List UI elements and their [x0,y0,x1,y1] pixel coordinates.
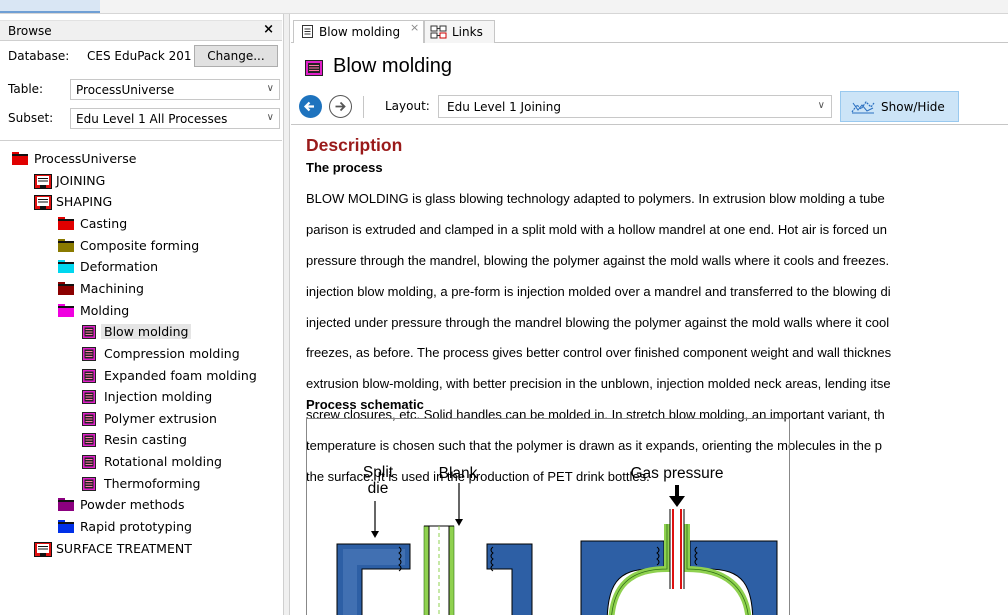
table-label: Table: [8,82,44,96]
tab-close-icon[interactable]: × [410,21,419,34]
schematic-drawing [336,483,778,615]
cyan-folder-icon [58,260,74,274]
record-title: Blow molding [333,55,452,77]
magenta-record-icon [82,455,98,470]
book-icon [34,173,52,189]
tab-label: Links [452,25,483,39]
tree-node-label: Injection molding [104,389,213,405]
record-content: Description The process BLOW MOLDING is … [291,126,1008,615]
book-icon [34,195,52,211]
magenta-folder-icon [58,303,74,317]
magenta-record-icon [82,411,98,426]
database-label: Database: [8,49,70,63]
browse-header: Browse × [0,20,282,41]
arrow-right-icon [335,101,346,112]
record-title-bar: Blow molding [291,43,1008,89]
subset-select-value: Edu Level 1 All Processes [76,112,228,126]
magenta-record-icon [82,346,98,361]
database-row: Database: CES EduPack 2013 I Change... [0,44,282,68]
panel-splitter[interactable] [283,14,290,615]
maroon-folder-icon [58,281,74,295]
blue-folder-icon [58,520,74,534]
olive-folder-icon [58,238,74,252]
tree-node-label: Machining [80,280,144,296]
tree-node-label: Casting [80,215,128,231]
text-line: parison is extruded and clamped in a spl… [306,222,887,238]
text-line: freezes, as before. The process gives be… [306,345,892,361]
tree-node-label: Molding [80,302,130,318]
top-strip-selected-tab[interactable] [0,0,100,13]
tab-strip: Blow molding × Links [291,20,1008,44]
red-folder-icon [12,152,28,165]
tree-node-label: Polymer extrusion [104,410,217,426]
document-icon [302,25,313,38]
tree-node-label: SHAPING [56,194,113,210]
red-folder-icon [58,216,74,230]
text-line: BLOW MOLDING is glass blowing technology… [306,191,885,207]
layout-select[interactable]: Edu Level 1 Joining ∨ [438,95,832,118]
links-icon [430,25,447,39]
tree-node-label: Thermoforming [104,475,201,491]
back-button[interactable] [299,95,322,118]
tab-label: Blow molding [319,25,401,39]
text-line: injection blow molding, a pre-form is in… [306,283,891,299]
close-icon[interactable]: × [263,22,274,37]
change-database-button[interactable]: Change... [194,45,278,67]
tab-links[interactable]: Links [424,20,495,43]
forward-button[interactable] [329,95,352,118]
tree-node-label: Rapid prototyping [80,519,192,535]
tree-node-label: Powder methods [80,497,185,513]
record-panel: Blow molding × Links Blow molding Layout… [291,14,1008,615]
tree-node-label: Blow molding [101,324,192,340]
schematic-heading: Process schematic [306,397,424,412]
arrow-left-icon [303,101,314,112]
description-heading: Description [306,135,403,155]
magenta-record-icon [82,325,98,340]
subset-select[interactable]: Edu Level 1 All Processes ∨ [70,108,280,129]
layout-select-value: Edu Level 1 Joining [447,100,561,114]
show-hide-button[interactable]: Show/Hide [840,91,959,122]
book-icon [34,541,52,557]
toolbar-divider [363,96,364,118]
process-tree: ProcessUniverse JOINING SHAPING Casting Comp… [0,140,282,615]
process-heading: The process [306,160,383,175]
show-hide-icon [851,101,875,114]
purple-folder-icon [58,498,74,512]
table-select-value: ProcessUniverse [76,83,175,97]
text-line: injected under pressure through the mand… [306,314,890,330]
browse-panel: Browse × Database: CES EduPack 2013 I Ch… [0,20,282,615]
record-toolbar: Layout: Edu Level 1 Joining ∨ Show/Hide [291,89,1008,125]
tree-node-label: Compression molding [104,345,240,361]
table-select[interactable]: ProcessUniverse ∨ [70,79,280,100]
magenta-record-icon [82,368,98,383]
tree-node-label: ProcessUniverse [34,151,137,166]
chevron-down-icon: ∨ [266,112,274,123]
layout-label: Layout: [385,99,430,113]
tree-node-label: Resin casting [104,432,187,448]
magenta-record-icon [82,433,98,448]
browse-title: Browse [8,24,52,38]
table-row: Table: ProcessUniverse ∨ [0,77,282,101]
magenta-record-icon [82,476,98,491]
show-hide-label: Show/Hide [881,100,945,114]
subset-row: Subset: Edu Level 1 All Processes ∨ [0,106,282,130]
tree-node-label: Rotational molding [104,454,222,470]
tree-node-label: Deformation [80,259,159,275]
database-value: CES EduPack 2013 I [87,49,191,63]
tab-blow-molding[interactable]: Blow molding × [293,20,424,44]
tree-node-label: Expanded foam molding [104,367,257,383]
tree-node-label: Composite forming [80,237,200,253]
chevron-down-icon: ∨ [817,100,825,111]
tree-node-label: JOINING [56,172,106,188]
tree-node-label: SURFACE TREATMENT [56,540,192,556]
text-line: pressure through the mandrel, blowing th… [306,253,890,269]
top-strip [0,0,1008,14]
process-schematic: Split die Blank Gas pressure [306,418,790,615]
chevron-down-icon: ∨ [266,83,274,94]
subset-label: Subset: [8,111,54,125]
magenta-record-icon [82,390,98,405]
text-line: extrusion blow-molding, with better prec… [306,376,891,392]
magenta-record-icon [305,60,323,76]
